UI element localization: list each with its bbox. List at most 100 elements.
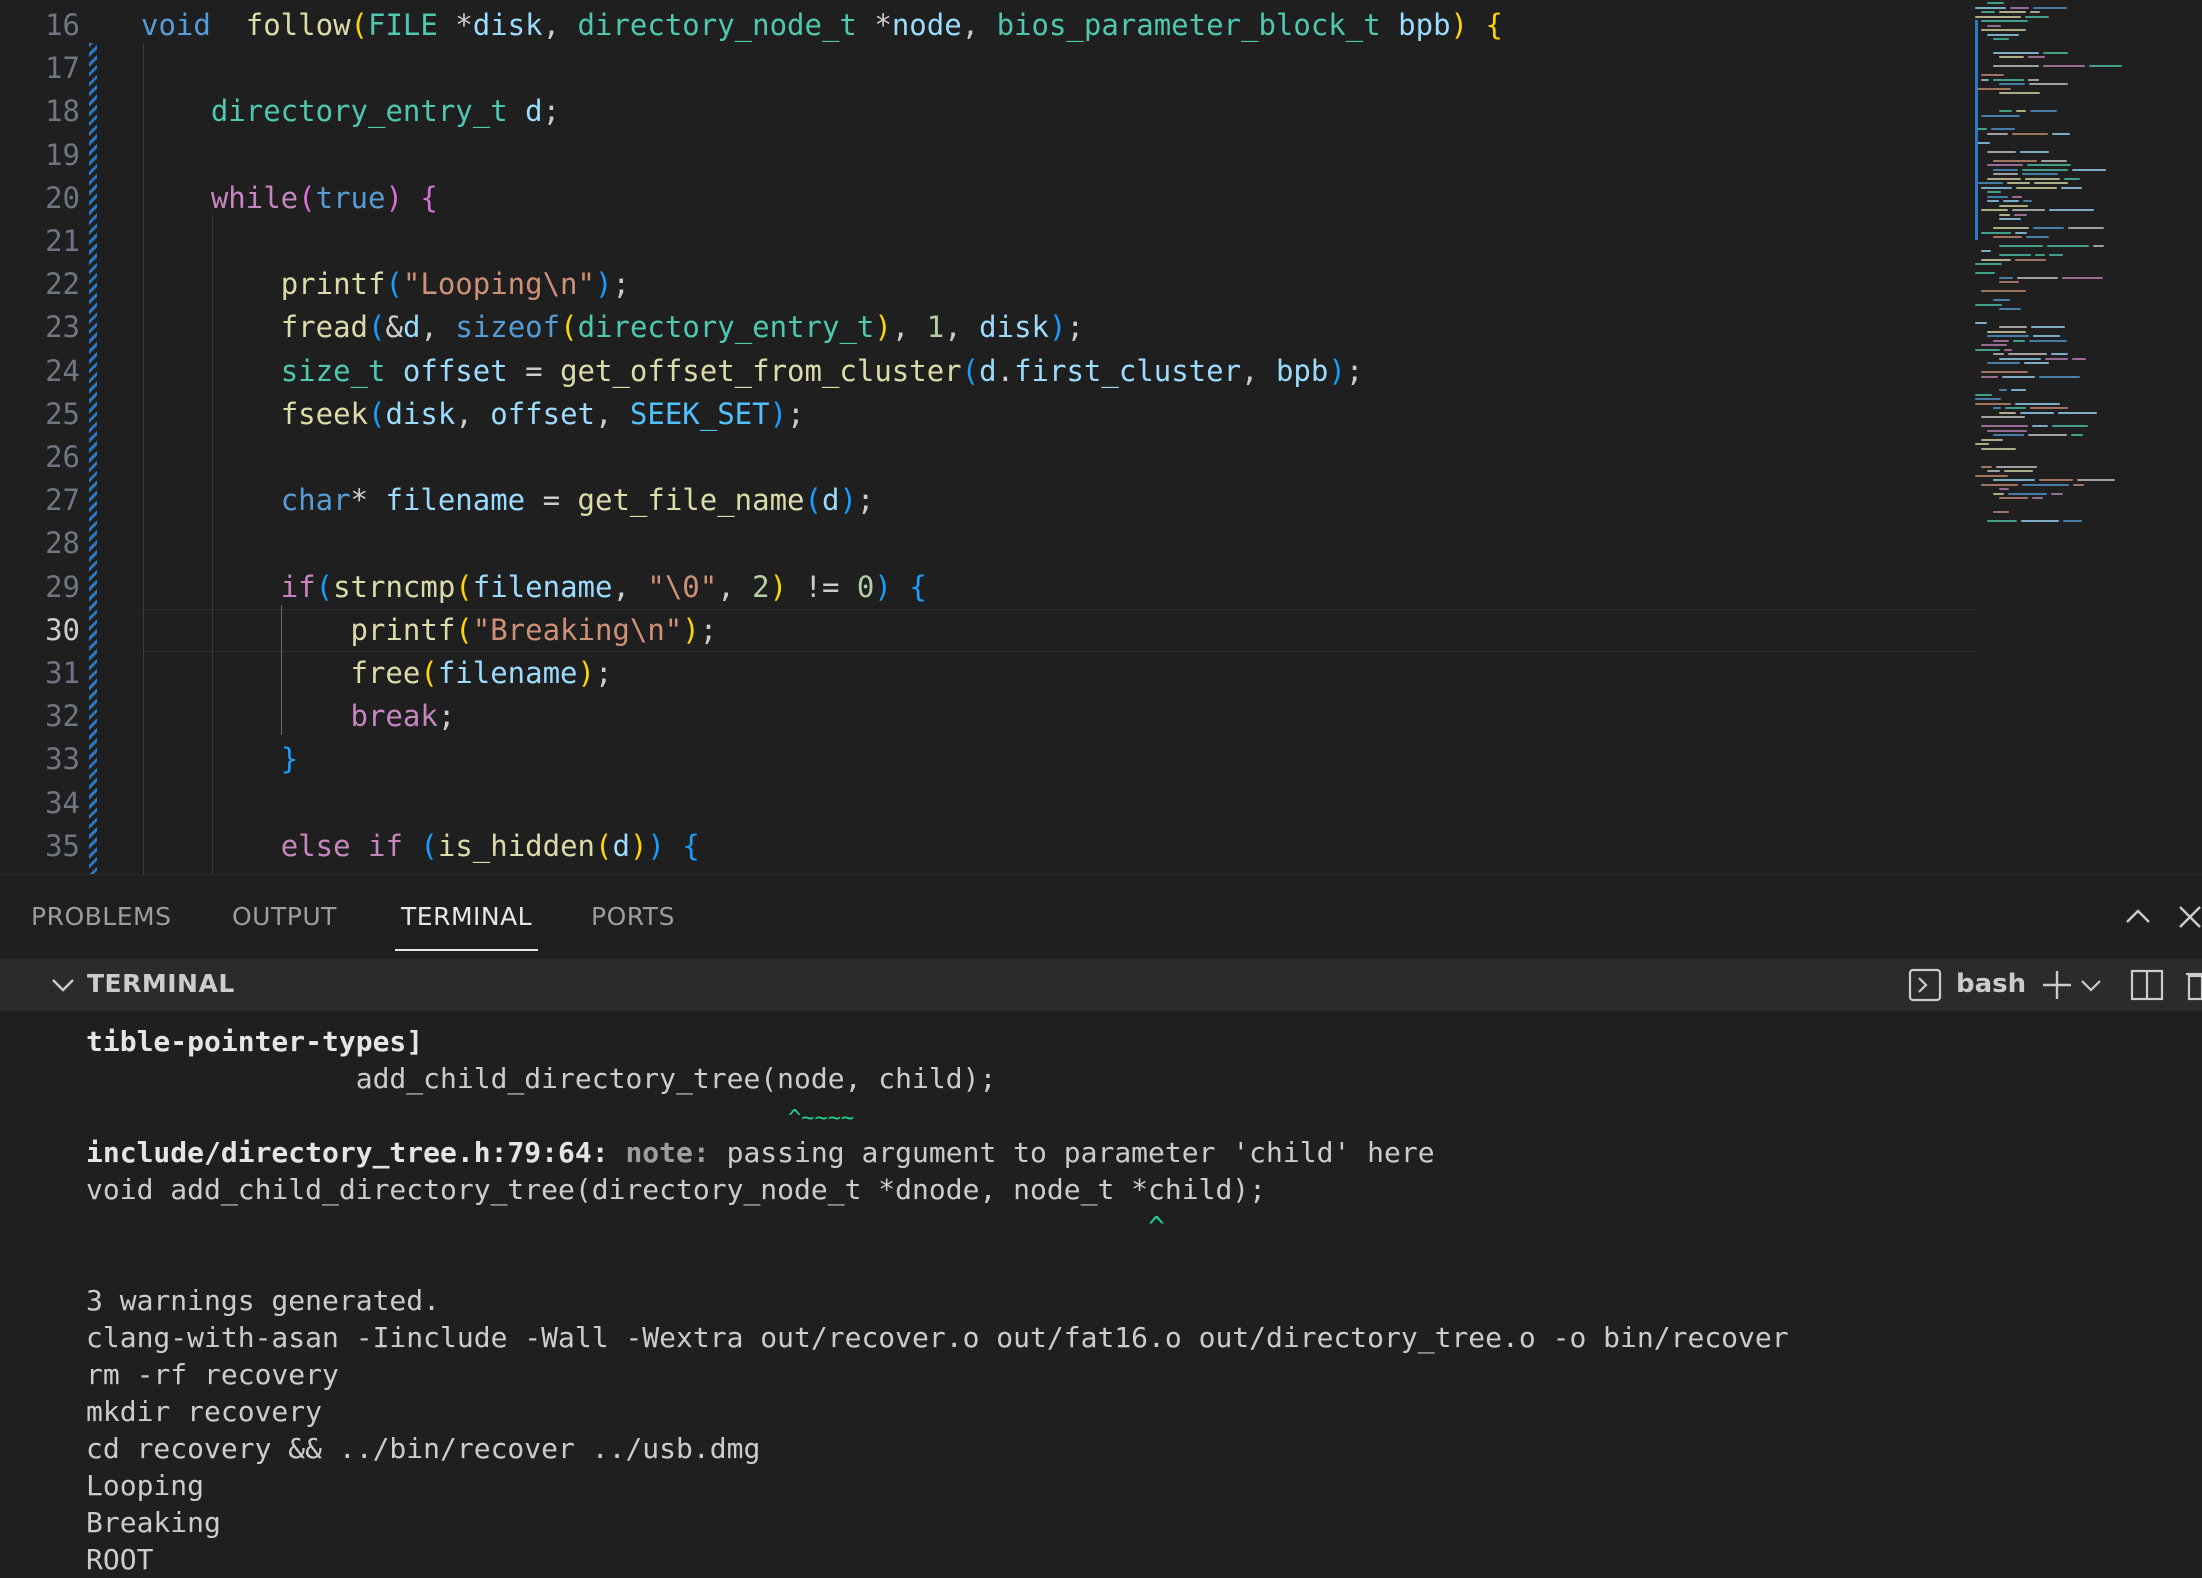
terminal-line: ROOT: [86, 1541, 153, 1578]
minimap-line: [1993, 236, 2022, 238]
code-token: disk: [472, 8, 543, 42]
minimap-line: [1975, 182, 2003, 184]
line-number[interactable]: 29: [0, 566, 80, 609]
code-text[interactable]: }: [141, 738, 298, 781]
line-number[interactable]: 34: [0, 782, 80, 825]
code-line[interactable]: 32 break;: [0, 695, 1975, 738]
code-line[interactable]: 20 while(true) {: [0, 177, 1975, 220]
code-token: first_cluster: [1014, 353, 1242, 388]
tab-ports[interactable]: PORTS: [591, 901, 675, 933]
code-text[interactable]: char* filename = get_file_name(d);: [141, 479, 875, 522]
code-line[interactable]: 21: [0, 220, 1975, 263]
code-text[interactable]: fseek(disk, offset, SEEK_SET);: [141, 393, 805, 436]
tab-output[interactable]: OUTPUT: [232, 901, 337, 933]
code-line[interactable]: 28: [0, 522, 1975, 565]
code-text[interactable]: size_t offset = get_offset_from_cluster(…: [141, 350, 1364, 393]
code-text[interactable]: fread(&d, sizeof(directory_entry_t), 1, …: [141, 306, 1084, 349]
line-number[interactable]: 32: [0, 695, 80, 738]
minimap-line: [1999, 497, 2028, 499]
git-change-indicator[interactable]: [89, 43, 97, 874]
line-number[interactable]: 21: [0, 220, 80, 263]
line-number[interactable]: 31: [0, 652, 80, 695]
code-line[interactable]: 24 size_t offset = get_offset_from_clust…: [0, 350, 1975, 393]
trash-icon[interactable]: [2186, 968, 2202, 1002]
code-line[interactable]: 35 else if (is_hidden(d)) {: [0, 825, 1975, 868]
line-number[interactable]: 20: [0, 177, 80, 220]
minimap-line: [1993, 339, 2009, 342]
code-line[interactable]: 26: [0, 436, 1975, 479]
code-token: while: [210, 180, 299, 215]
code-text[interactable]: directory_entry_t d;: [141, 90, 560, 133]
code-token: d: [821, 483, 840, 518]
minimap-line: [1987, 200, 1999, 202]
line-number[interactable]: 16: [0, 4, 80, 47]
code-line[interactable]: 17: [0, 47, 1975, 90]
split-icon[interactable]: [2130, 968, 2164, 1002]
line-number[interactable]: 35: [0, 825, 80, 868]
code-line[interactable]: 16 void follow(FILE *disk, directory_node…: [0, 4, 1975, 47]
code-line[interactable]: 19: [0, 134, 1975, 177]
close-icon[interactable]: [2174, 901, 2202, 933]
line-number[interactable]: 23: [0, 306, 80, 349]
line-number[interactable]: 19: [0, 134, 80, 177]
tab-problems[interactable]: PROBLEMS: [31, 901, 171, 933]
chevron-down-icon[interactable]: [46, 968, 80, 1002]
terminal-text: 3 warnings generated.: [86, 1284, 441, 1317]
tab-terminal[interactable]: TERMINAL: [394, 901, 539, 951]
code-line[interactable]: 33 }: [0, 738, 1975, 781]
minimap-line: [1981, 114, 2020, 117]
line-number[interactable]: 25: [0, 393, 80, 436]
line-number[interactable]: 24: [0, 350, 80, 393]
code-line[interactable]: 18 directory_entry_t d;: [0, 90, 1975, 133]
code-token: ;: [856, 483, 875, 518]
chevron-up-icon[interactable]: [2122, 901, 2154, 933]
code-line[interactable]: 27 char* filename = get_file_name(d);: [0, 479, 1975, 522]
minimap-line: [1987, 362, 2020, 364]
code-token: (: [560, 310, 578, 345]
shell-name[interactable]: bash: [1956, 969, 2026, 999]
line-number[interactable]: 22: [0, 263, 80, 306]
code-text[interactable]: void follow(FILE *disk, directory_node_t…: [141, 4, 1503, 47]
code-token: directory_entry_t: [210, 94, 508, 129]
code-text[interactable]: break;: [141, 695, 456, 738]
terminal-icon[interactable]: [1908, 968, 1942, 1002]
minimap-line: [1981, 483, 2018, 486]
minimap-line: [1999, 11, 2026, 13]
code-token: true: [315, 180, 386, 215]
line-number[interactable]: 26: [0, 436, 80, 479]
terminal-line: rm -rf recovery: [86, 1356, 339, 1393]
code-text[interactable]: else if (is_hidden(d)) {: [141, 825, 700, 868]
code-line[interactable]: 25 fseek(disk, offset, SEEK_SET);: [0, 393, 1975, 436]
code-line[interactable]: 34: [0, 782, 1975, 825]
code-text[interactable]: while(true) {: [141, 177, 438, 220]
minimap[interactable]: [1975, 0, 2145, 540]
editor-scrollbar[interactable]: [2190, 0, 2202, 874]
code-line[interactable]: 23 fread(&d, sizeof(directory_entry_t), …: [0, 306, 1975, 349]
line-number[interactable]: 17: [0, 47, 80, 90]
code-text[interactable]: printf("Looping\n");: [141, 263, 630, 306]
code-line[interactable]: 22 printf("Looping\n");: [0, 263, 1975, 306]
terminal-line: void add_child_directory_tree(directory_…: [86, 1171, 1266, 1208]
code-line[interactable]: 29 if(strncmp(filename, "\0", 2) != 0) {: [0, 566, 1975, 609]
minimap-line: [2032, 497, 2043, 499]
code-token: ): [769, 396, 788, 431]
code-line[interactable]: 31 free(filename);: [0, 652, 1975, 695]
line-number[interactable]: 30: [0, 609, 80, 652]
terminal-output[interactable]: tible-pointer-types] add_child_directory…: [0, 1011, 2202, 1576]
plus-icon[interactable]: [2040, 968, 2074, 1002]
code-text[interactable]: printf("Breaking\n");: [141, 609, 718, 652]
code-token: (: [961, 353, 980, 388]
terminal-section-title[interactable]: TERMINAL: [87, 969, 235, 998]
code-line[interactable]: 30 printf("Breaking\n");: [0, 608, 1975, 652]
minimap-line: [2030, 407, 2068, 409]
code-editor[interactable]: 16 void follow(FILE *disk, directory_node…: [0, 0, 2202, 874]
code-text[interactable]: if(strncmp(filename, "\0", 2) != 0) {: [141, 566, 927, 609]
line-number[interactable]: 18: [0, 90, 80, 133]
minimap-line: [1975, 303, 2002, 306]
line-number[interactable]: 33: [0, 738, 80, 781]
line-number[interactable]: 27: [0, 479, 80, 522]
line-number[interactable]: 28: [0, 522, 80, 565]
chevron-down-icon[interactable]: [2078, 972, 2104, 998]
